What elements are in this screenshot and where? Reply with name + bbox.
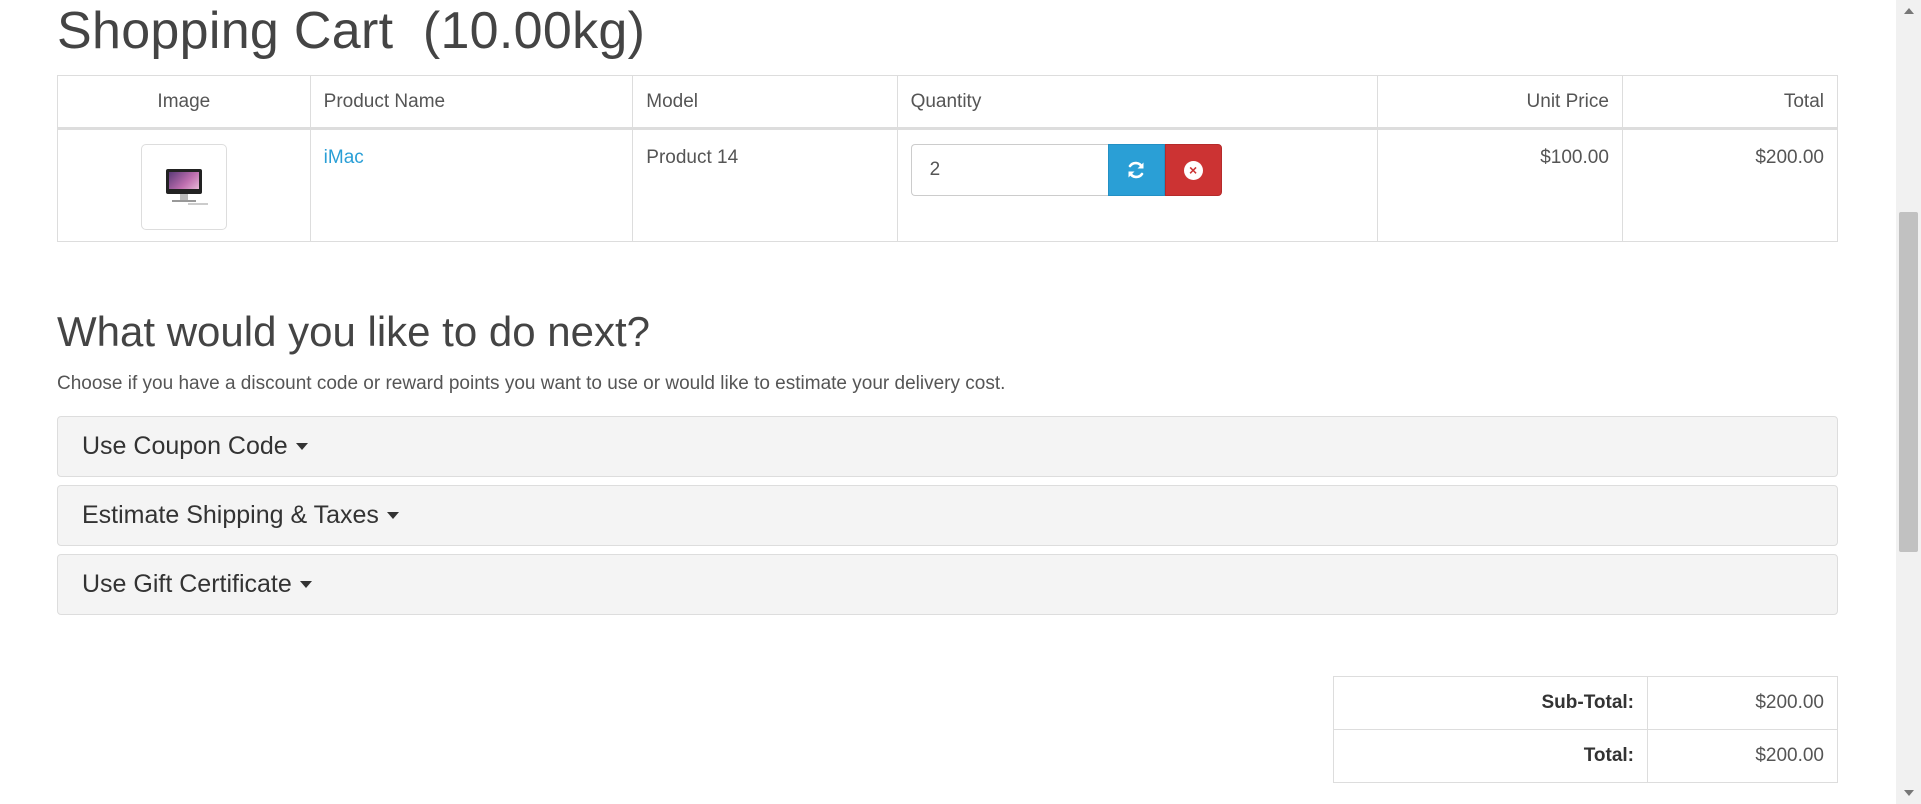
estimate-shipping-label: Estimate Shipping & Taxes — [82, 501, 379, 529]
line-total: $200.00 — [1621, 128, 1839, 242]
next-steps-title: What would you like to do next? — [57, 308, 651, 355]
quantity-input[interactable] — [910, 144, 1108, 196]
column-header-quantity: Quantity — [896, 75, 1378, 130]
scroll-up-arrow-icon[interactable] — [1904, 8, 1914, 14]
caret-down-icon — [299, 581, 312, 588]
scroll-down-arrow-icon[interactable] — [1904, 790, 1914, 796]
quantity-group: × — [910, 144, 1364, 196]
product-model: Product 14 — [632, 128, 898, 242]
unit-price: $100.00 — [1376, 128, 1623, 242]
product-name-cell: iMac — [309, 128, 634, 242]
caret-down-icon — [295, 443, 308, 450]
caret-down-icon — [386, 512, 399, 519]
coupon-code-panel[interactable]: Use Coupon Code — [57, 416, 1838, 477]
cart-table: Image Product Name Model Quantity Unit P… — [57, 75, 1839, 242]
column-header-model: Model — [632, 75, 898, 130]
product-thumbnail[interactable] — [140, 144, 227, 230]
times-circle-icon: × — [1183, 160, 1203, 180]
product-name-link[interactable]: iMac — [324, 147, 364, 168]
table-header-row: Image Product Name Model Quantity Unit P… — [57, 75, 1839, 130]
remove-item-button[interactable]: × — [1164, 144, 1222, 196]
scrollbar-thumb[interactable] — [1899, 212, 1918, 552]
table-row: iMac Product 14 2 × $100.00 $200.00 — [57, 128, 1839, 242]
column-header-unit-price: Unit Price — [1376, 75, 1623, 130]
imac-icon — [165, 169, 202, 194]
coupon-code-label: Use Coupon Code — [82, 432, 288, 460]
column-header-image: Image — [57, 75, 311, 130]
quantity-cell: × — [896, 128, 1378, 242]
subtotal-label: Sub-Total: — [1333, 676, 1648, 730]
refresh-icon — [1128, 161, 1144, 179]
subtotal-value: $200.00 — [1647, 676, 1838, 730]
vertical-scrollbar[interactable] — [1896, 0, 1921, 804]
totals-table: Sub-Total: $200.00 Total: $200.00 — [1333, 676, 1838, 783]
subtotal-row: Sub-Total: $200.00 — [1333, 676, 1838, 730]
next-steps-description: Choose if you have a discount code or re… — [57, 373, 1006, 394]
column-header-total: Total — [1621, 75, 1839, 130]
total-label: Total: — [1333, 729, 1648, 783]
total-value: $200.00 — [1647, 729, 1838, 783]
product-image-cell — [57, 128, 311, 242]
page-title: Shopping Cart (10.00kg) — [57, 2, 646, 60]
total-row: Total: $200.00 — [1333, 729, 1838, 783]
estimate-shipping-panel[interactable]: Estimate Shipping & Taxes — [57, 485, 1838, 546]
gift-certificate-panel[interactable]: Use Gift Certificate — [57, 554, 1838, 615]
update-quantity-button[interactable] — [1107, 144, 1165, 196]
column-header-product-name: Product Name — [309, 75, 634, 130]
gift-certificate-label: Use Gift Certificate — [82, 570, 292, 598]
